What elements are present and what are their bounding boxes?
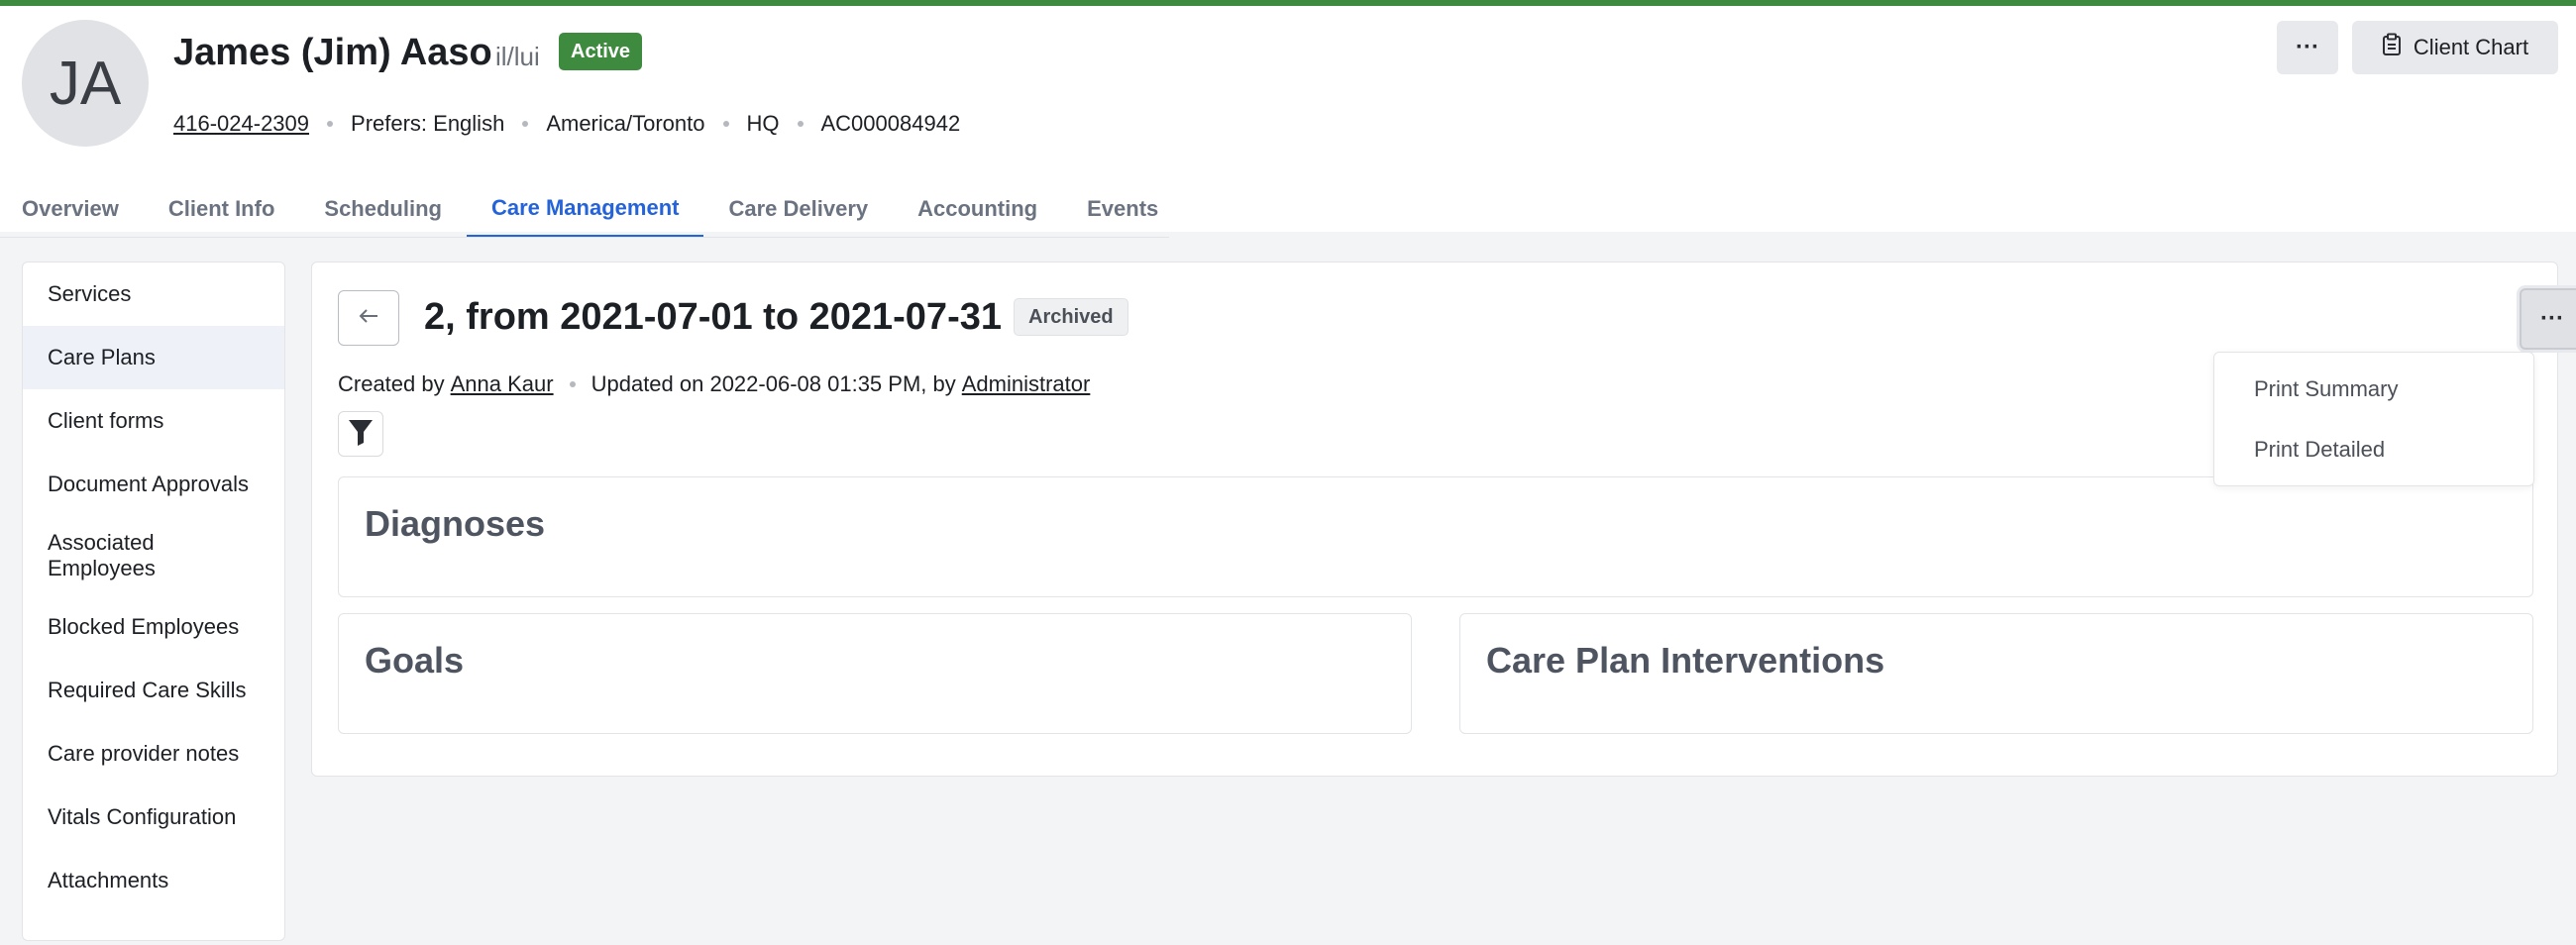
care-plan-card: 2, from 2021-07-01 to 2021-07-31 Archive… [311, 262, 2576, 777]
diagnoses-section: Diagnoses [338, 476, 2533, 597]
goals-section: Goals [338, 613, 1412, 734]
clipboard-icon [2382, 33, 2402, 62]
sidebar-item-attachments[interactable]: Attachments [23, 849, 284, 912]
care-plan-more-button[interactable]: ··· [2520, 288, 2576, 350]
separator-dot [569, 381, 576, 387]
tab-care-delivery[interactable]: Care Delivery [703, 180, 893, 238]
tab-care-management[interactable]: Care Management [466, 180, 704, 238]
client-header: JA James (Jim) Aaso il/lui Active 416-02… [0, 6, 2576, 238]
client-meta-row: 416-024-2309 Prefers: English America/To… [173, 111, 960, 137]
updated-by-link[interactable]: Administrator [962, 371, 1091, 397]
separator-dot [327, 121, 334, 127]
client-chart-button[interactable]: Client Chart [2352, 21, 2558, 74]
phone-link[interactable]: 416-024-2309 [173, 111, 309, 137]
client-pronouns: il/lui [495, 42, 540, 71]
separator-dot [797, 121, 804, 127]
archived-badge: Archived [1014, 298, 1128, 336]
tab-events[interactable]: Events [1062, 180, 1183, 238]
client-name: James (Jim) Aaso [173, 32, 492, 73]
status-badge: Active [559, 33, 643, 70]
sidebar: Services Care Plans Client forms Documen… [22, 262, 285, 941]
separator-dot [722, 121, 729, 127]
back-button[interactable] [338, 290, 399, 346]
sidebar-item-blocked-employees[interactable]: Blocked Employees [23, 595, 284, 659]
language-preference: Prefers: English [351, 111, 505, 136]
menu-item-print-detailed[interactable]: Print Detailed [2254, 437, 2385, 463]
sidebar-item-care-plans[interactable]: Care Plans [23, 326, 284, 389]
tab-overview[interactable]: Overview [0, 180, 144, 238]
sidebar-item-services[interactable]: Services [23, 262, 284, 326]
sidebar-item-vitals-configuration[interactable]: Vitals Configuration [23, 786, 284, 849]
tab-client-info[interactable]: Client Info [144, 180, 300, 238]
menu-item-print-summary[interactable]: Print Summary [2254, 376, 2398, 402]
header-more-button[interactable]: ··· [2277, 21, 2338, 74]
interventions-section: Care Plan Interventions [1459, 613, 2533, 734]
client-chart-label: Client Chart [2413, 35, 2529, 59]
filter-icon [347, 417, 375, 452]
sidebar-item-client-forms[interactable]: Client forms [23, 389, 284, 453]
branch: HQ [746, 111, 780, 136]
sidebar-item-associated-employees[interactable]: Associated Employees [23, 516, 284, 595]
tab-scheduling[interactable]: Scheduling [299, 180, 467, 238]
interventions-title: Care Plan Interventions [1486, 640, 1885, 681]
care-plan-title: 2, from 2021-07-01 to 2021-07-31 [424, 296, 1002, 338]
created-by-label: Created by [338, 371, 445, 396]
arrow-left-icon [358, 308, 379, 329]
created-updated-row: Created by Anna Kaur Updated on 2022-06-… [338, 371, 1090, 397]
tab-bar: Overview Client Info Scheduling Care Man… [0, 180, 1183, 238]
care-plan-actions-menu: Print Summary Print Detailed [2213, 352, 2534, 486]
tab-accounting[interactable]: Accounting [893, 180, 1062, 238]
avatar: JA [22, 20, 149, 147]
timezone: America/Toronto [546, 111, 705, 136]
diagnoses-title: Diagnoses [365, 503, 546, 544]
updated-on-label: Updated on 2022-06-08 01:35 PM, by [590, 371, 956, 396]
goals-title: Goals [365, 640, 465, 681]
separator-dot [522, 121, 529, 127]
sidebar-item-required-care-skills[interactable]: Required Care Skills [23, 659, 284, 722]
sidebar-item-document-approvals[interactable]: Document Approvals [23, 453, 284, 516]
sidebar-item-care-provider-notes[interactable]: Care provider notes [23, 722, 284, 786]
account-id: AC000084942 [820, 111, 961, 136]
tab-divider [0, 237, 1169, 238]
created-by-link[interactable]: Anna Kaur [451, 371, 554, 397]
filter-button[interactable] [338, 411, 383, 457]
